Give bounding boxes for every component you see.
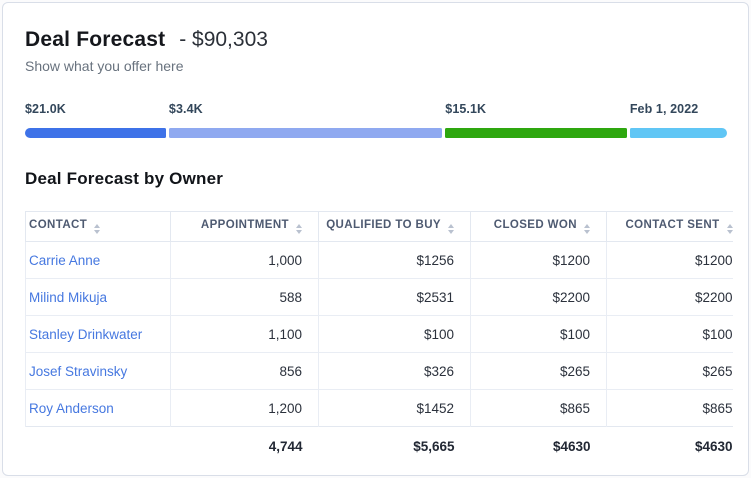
totals-row: 4,744 $5,665 $4630 $4630: [26, 427, 733, 467]
page-title: Deal Forecast - $90,303: [25, 27, 726, 53]
table-row: Stanley Drinkwater 1,100 $100 $100 $100: [26, 316, 733, 353]
forecast-total-amount: - $90,303: [179, 28, 268, 51]
pipeline-progress: $21.0K $3.4K $15.1K Feb 1, 2022: [25, 100, 726, 138]
column-header-label: APPOINTMENT: [201, 219, 289, 231]
progress-segment-1: [25, 128, 166, 138]
totals-empty-cell: [26, 427, 171, 467]
deal-forecast-table: CONTACT APPOINTMENT QUALIFIED TO BUY CLO…: [25, 211, 733, 467]
contact-sent-value: $265: [607, 353, 733, 390]
appointment-value: 1,100: [171, 316, 319, 353]
closed-won-value: $865: [471, 390, 607, 427]
qualified-to-buy-total: $5,665: [319, 427, 471, 467]
column-header-appointment[interactable]: APPOINTMENT: [171, 212, 319, 242]
contact-sent-value: $100: [607, 316, 733, 353]
column-header-label: CLOSED WON: [494, 219, 577, 231]
progress-segment-2: [169, 128, 442, 138]
appointment-value: 1,000: [171, 242, 319, 279]
appointment-total: 4,744: [171, 427, 319, 467]
segment-label-date: Feb 1, 2022: [630, 102, 699, 116]
segment-label-appointment: $21.0K: [25, 102, 66, 116]
table-row: Roy Anderson 1,200 $1452 $865 $865: [26, 390, 733, 427]
progress-segment-4: [630, 128, 727, 138]
contact-link[interactable]: Carrie Anne: [29, 253, 100, 268]
segment-label-closed: $15.1K: [445, 102, 486, 116]
sort-icon[interactable]: [448, 224, 454, 234]
deal-forecast-card: Deal Forecast - $90,303 Show what you of…: [2, 2, 749, 476]
qualified-to-buy-value: $1256: [319, 242, 471, 279]
closed-won-value: $100: [471, 316, 607, 353]
segment-label-qualified: $3.4K: [169, 102, 203, 116]
appointment-value: 856: [171, 353, 319, 390]
contact-sent-value: $865: [607, 390, 733, 427]
progress-labels-row: $21.0K $3.4K $15.1K Feb 1, 2022: [25, 100, 726, 118]
section-title: Deal Forecast by Owner: [25, 168, 726, 189]
progress-bar: [25, 128, 726, 138]
contact-sent-total: $4630: [607, 427, 733, 467]
qualified-to-buy-value: $2531: [319, 279, 471, 316]
table-header-row: CONTACT APPOINTMENT QUALIFIED TO BUY CLO…: [26, 212, 733, 242]
progress-segment-3: [445, 128, 627, 138]
closed-won-value: $1200: [471, 242, 607, 279]
contact-link[interactable]: Stanley Drinkwater: [29, 327, 142, 342]
closed-won-total: $4630: [471, 427, 607, 467]
contact-link[interactable]: Milind Mikuja: [29, 290, 107, 305]
closed-won-value: $2200: [471, 279, 607, 316]
contact-link[interactable]: Josef Stravinsky: [29, 364, 127, 379]
sort-icon[interactable]: [94, 224, 100, 234]
column-header-contact[interactable]: CONTACT: [26, 212, 171, 242]
column-header-label: QUALIFIED TO BUY: [326, 219, 441, 231]
column-header-label: CONTACT SENT: [625, 219, 719, 231]
page-subtitle: Show what you offer here: [25, 58, 726, 74]
table-row: Carrie Anne 1,000 $1256 $1200 $1200: [26, 242, 733, 279]
appointment-value: 588: [171, 279, 319, 316]
column-header-contact-sent[interactable]: CONTACT SENT: [607, 212, 733, 242]
column-header-qualified-to-buy[interactable]: QUALIFIED TO BUY: [319, 212, 471, 242]
contact-sent-value: $2200: [607, 279, 733, 316]
contact-sent-value: $1200: [607, 242, 733, 279]
qualified-to-buy-value: $326: [319, 353, 471, 390]
sort-icon[interactable]: [727, 224, 733, 234]
appointment-value: 1,200: [171, 390, 319, 427]
sort-icon[interactable]: [584, 224, 590, 234]
closed-won-value: $265: [471, 353, 607, 390]
column-header-label: CONTACT: [29, 219, 87, 231]
page-title-text: Deal Forecast: [25, 28, 165, 51]
column-header-closed-won[interactable]: CLOSED WON: [471, 212, 607, 242]
qualified-to-buy-value: $100: [319, 316, 471, 353]
qualified-to-buy-value: $1452: [319, 390, 471, 427]
sort-icon[interactable]: [296, 224, 302, 234]
table-row: Milind Mikuja 588 $2531 $2200 $2200: [26, 279, 733, 316]
contact-link[interactable]: Roy Anderson: [29, 401, 114, 416]
table-row: Josef Stravinsky 856 $326 $265 $265: [26, 353, 733, 390]
